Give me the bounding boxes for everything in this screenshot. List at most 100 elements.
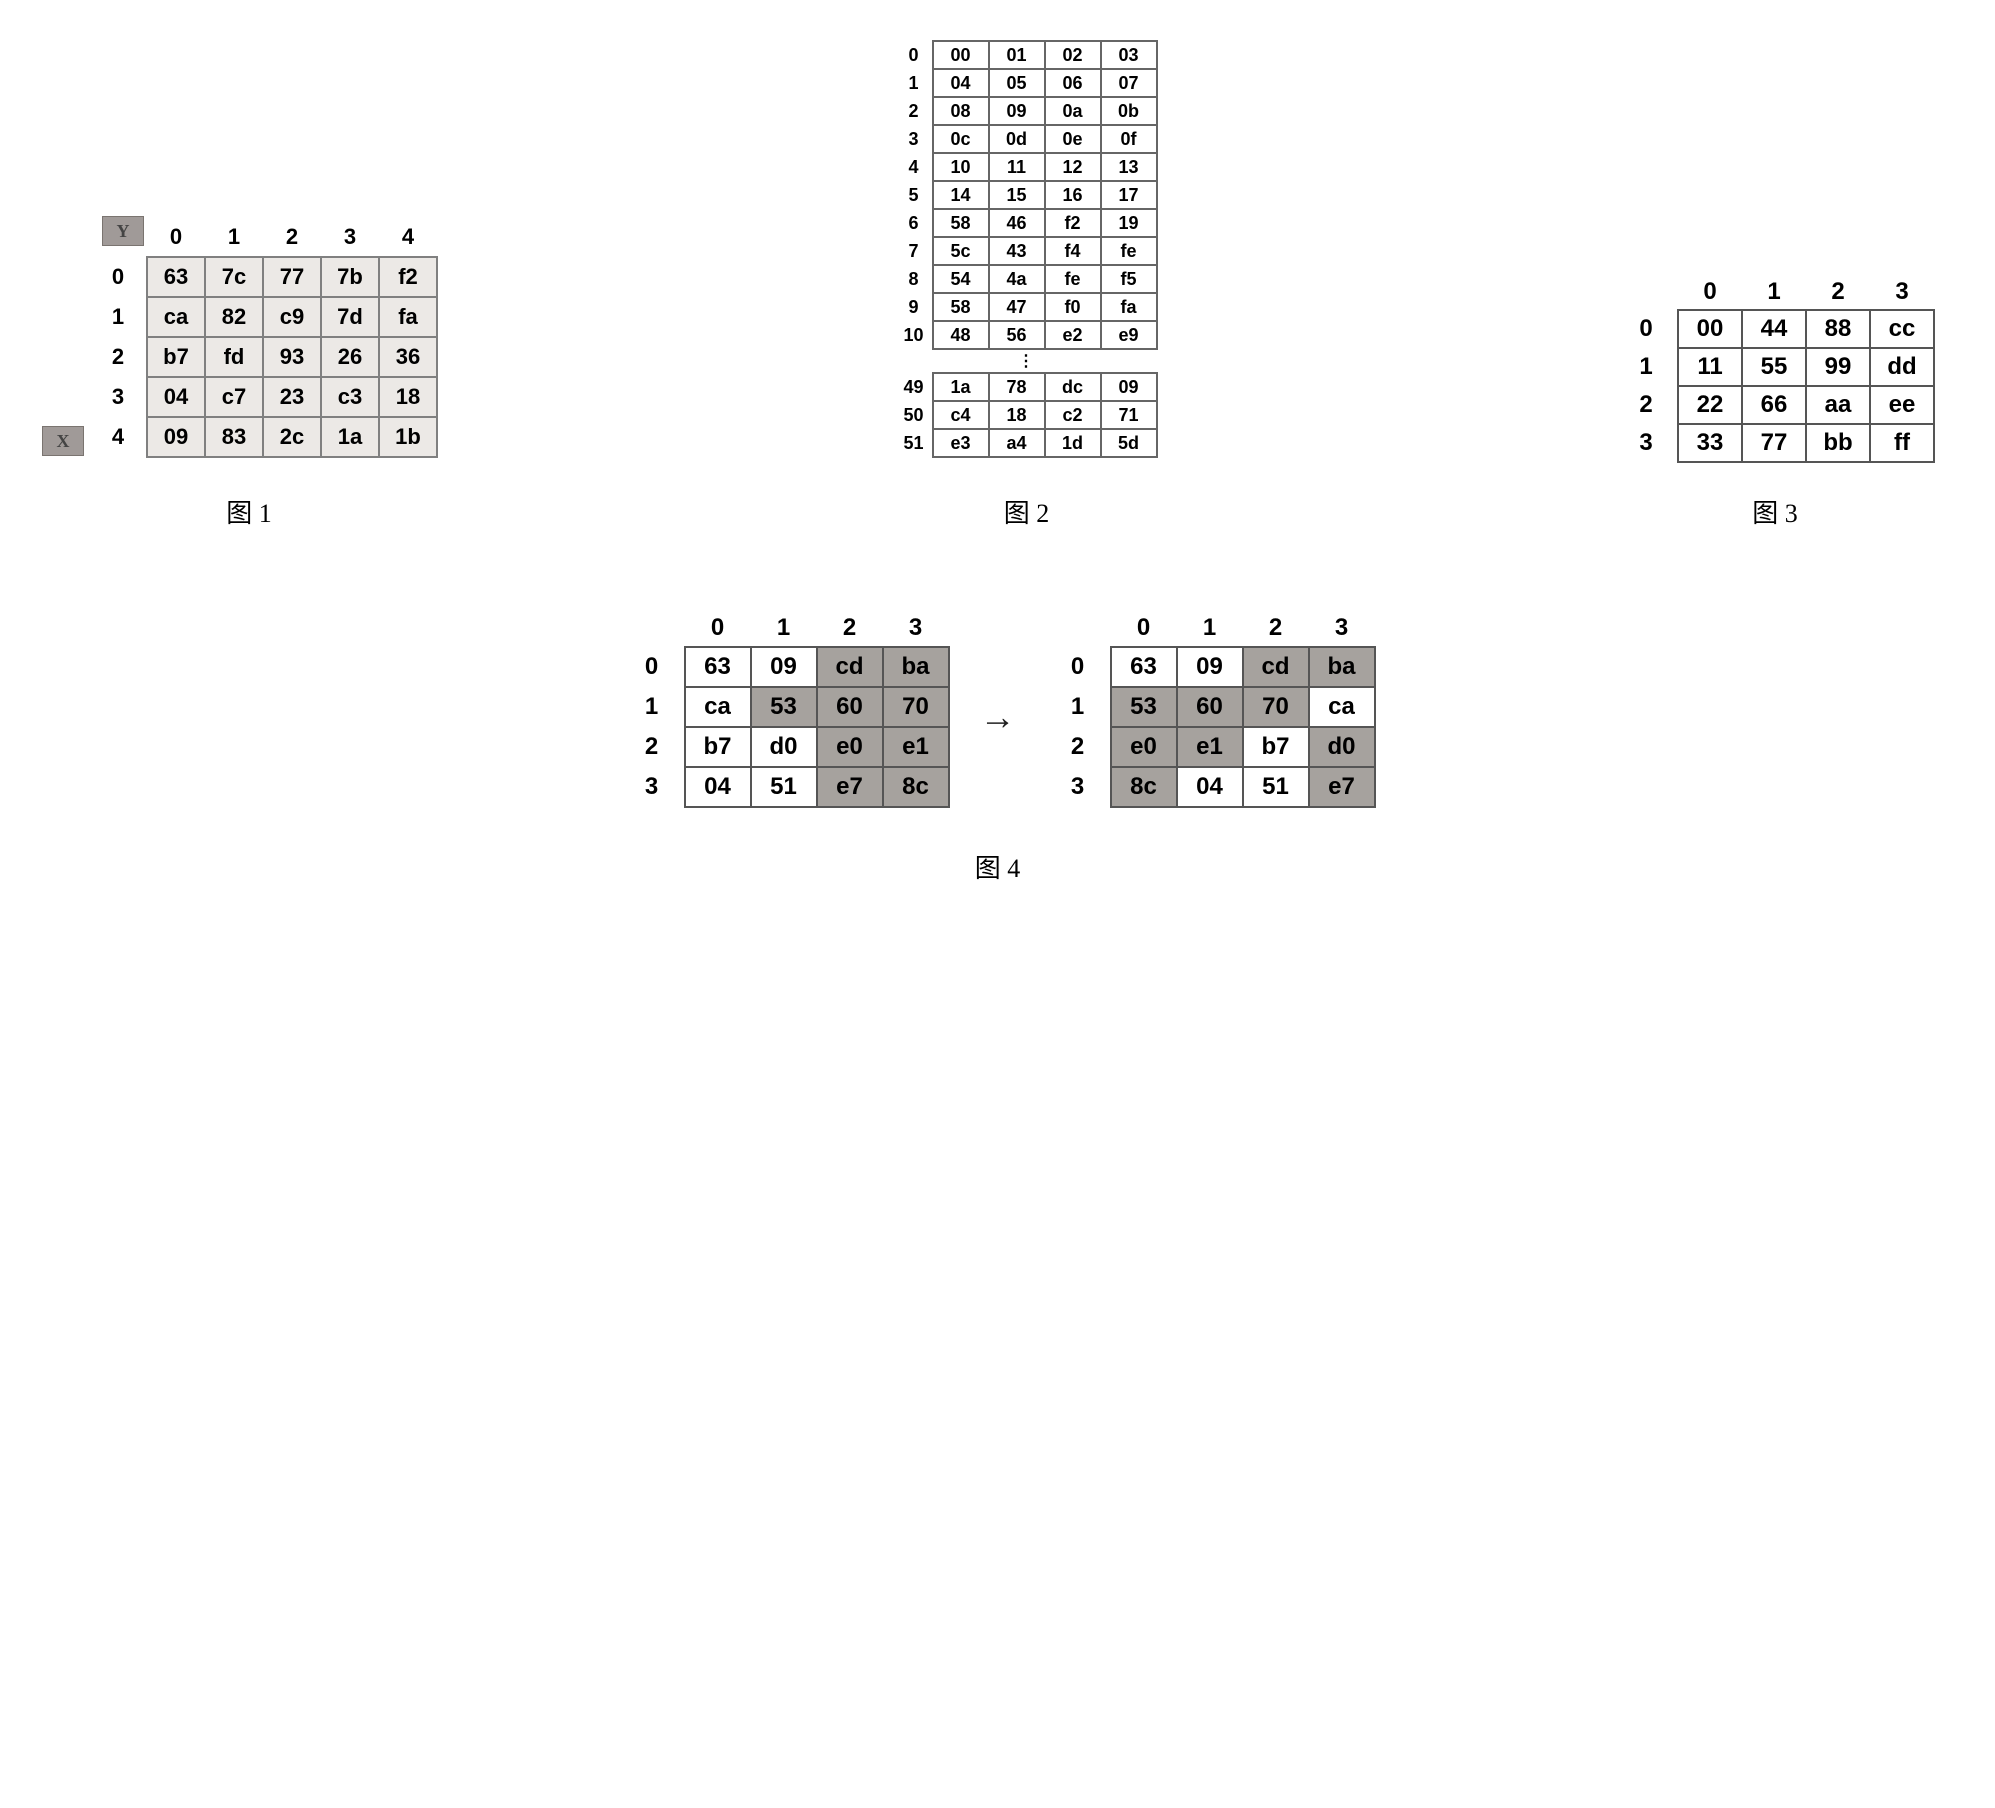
col-header: 2: [1806, 275, 1870, 310]
cell: a4: [989, 429, 1045, 457]
cell: 0b: [1101, 97, 1157, 125]
cell: b7: [685, 727, 751, 767]
cell: 99: [1806, 348, 1870, 386]
cell: 12: [1045, 153, 1101, 181]
cell: 63: [685, 647, 751, 687]
col-header: 3: [1309, 610, 1375, 647]
cell: 16: [1045, 181, 1101, 209]
row-header: 8: [896, 265, 933, 293]
row-header: 6: [896, 209, 933, 237]
cell: e0: [817, 727, 883, 767]
cell: cd: [1243, 647, 1309, 687]
cell: e0: [1111, 727, 1177, 767]
cell: dd: [1870, 348, 1934, 386]
cell: 70: [883, 687, 949, 727]
cell: 7c: [205, 257, 263, 297]
y-axis-badge: Y: [102, 216, 144, 246]
cell: 83: [205, 417, 263, 457]
cell: 93: [263, 337, 321, 377]
cell: 46: [989, 209, 1045, 237]
cell: 23: [263, 377, 321, 417]
cell: 5c: [933, 237, 989, 265]
row-header: 3: [1615, 424, 1678, 462]
cell: 18: [989, 401, 1045, 429]
figure-2: 000010203104050607208090a0b30c0d0e0f4101…: [896, 40, 1158, 530]
cell: 11: [989, 153, 1045, 181]
figure-3: 0 1 2 3 0004488cc1115599dd22266aaee33377…: [1615, 275, 1935, 530]
cell: cc: [1870, 310, 1934, 348]
cell: 04: [933, 69, 989, 97]
row-header: 51: [896, 429, 933, 457]
cell: 44: [1742, 310, 1806, 348]
row-header: 49: [896, 373, 933, 401]
figure-4-left-table: 0 1 2 3 06309cdba1ca5360702b7d0e0e130451…: [620, 610, 950, 808]
row-header: 5: [896, 181, 933, 209]
cell: c7: [205, 377, 263, 417]
cell: fe: [1101, 237, 1157, 265]
top-figures-row: Y X 0 1 2 3 4 0 63: [60, 40, 1935, 530]
cell: 7b: [321, 257, 379, 297]
cell: 43: [989, 237, 1045, 265]
col-header: 1: [1742, 275, 1806, 310]
cell: 0d: [989, 125, 1045, 153]
row-header: 2: [1046, 727, 1111, 767]
cell: 36: [379, 337, 437, 377]
cell: 51: [751, 767, 817, 807]
cell: b7: [1243, 727, 1309, 767]
cell: d0: [1309, 727, 1375, 767]
figure-1-caption: 图 1: [60, 493, 438, 530]
cell: 00: [1678, 310, 1742, 348]
cell: c3: [321, 377, 379, 417]
cell: ee: [1870, 386, 1934, 424]
col-header: 0: [1111, 610, 1177, 647]
figure-1: Y X 0 1 2 3 4 0 63: [60, 218, 438, 530]
figure-2-caption: 图 2: [896, 493, 1158, 530]
col-header: 1: [205, 218, 263, 257]
cell: ca: [1309, 687, 1375, 727]
cell: 03: [1101, 41, 1157, 69]
cell: 77: [1742, 424, 1806, 462]
row-header: 1: [620, 687, 685, 727]
cell: f2: [1045, 209, 1101, 237]
cell: 1b: [379, 417, 437, 457]
cell: 55: [1742, 348, 1806, 386]
cell: 82: [205, 297, 263, 337]
cell: e1: [883, 727, 949, 767]
cell: 53: [1111, 687, 1177, 727]
cell: ba: [883, 647, 949, 687]
cell: fa: [1101, 293, 1157, 321]
cell: 08: [933, 97, 989, 125]
figure-1-table: 0 1 2 3 4 0 63 7c 77 7b f2: [90, 218, 438, 458]
row-header: 10: [896, 321, 933, 349]
cell: aa: [1806, 386, 1870, 424]
row-header: 3: [90, 377, 147, 417]
figure-2-table: 000010203104050607208090a0b30c0d0e0f4101…: [896, 40, 1158, 458]
cell: 1d: [1045, 429, 1101, 457]
cell: 54: [933, 265, 989, 293]
cell: 07: [1101, 69, 1157, 97]
cell: c4: [933, 401, 989, 429]
cell: 66: [1742, 386, 1806, 424]
cell: e2: [1045, 321, 1101, 349]
cell: bb: [1806, 424, 1870, 462]
cell: c2: [1045, 401, 1101, 429]
ellipsis: ⋮: [896, 349, 1157, 373]
cell: 26: [321, 337, 379, 377]
row-header: 2: [620, 727, 685, 767]
col-header: 0: [1678, 275, 1742, 310]
col-header: 0: [685, 610, 751, 647]
col-header: 3: [883, 610, 949, 647]
row-header: 0: [90, 257, 147, 297]
row-header: 0: [620, 647, 685, 687]
cell: 02: [1045, 41, 1101, 69]
cell: 06: [1045, 69, 1101, 97]
row-header: 4: [896, 153, 933, 181]
figure-4-caption: 图 4: [60, 848, 1935, 885]
cell: ba: [1309, 647, 1375, 687]
col-header: 2: [1243, 610, 1309, 647]
cell: e7: [817, 767, 883, 807]
cell: 4a: [989, 265, 1045, 293]
row-header: 0: [1615, 310, 1678, 348]
cell: f5: [1101, 265, 1157, 293]
figure-4: 0 1 2 3 06309cdba1ca5360702b7d0e0e130451…: [60, 610, 1935, 808]
